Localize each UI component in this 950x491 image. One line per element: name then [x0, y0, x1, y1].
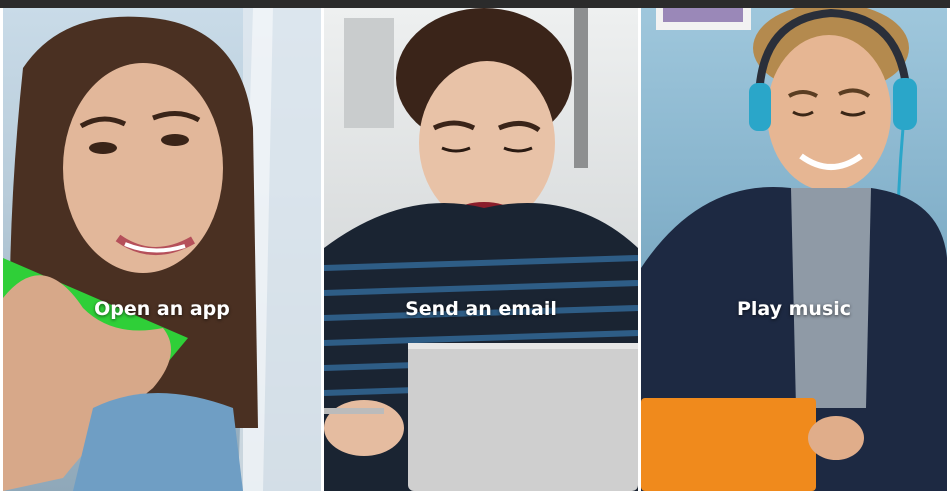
top-bar	[0, 0, 950, 8]
man-with-headphones-photo	[641, 8, 947, 491]
woman-holding-green-phone-photo	[3, 8, 321, 491]
tile-row: Open an app Send an email Play music	[3, 8, 947, 491]
tile-play-music[interactable]: Play music	[641, 8, 947, 491]
tile-label: Send an email	[405, 298, 557, 320]
woman-typing-on-laptop-photo	[324, 8, 638, 491]
tile-send-an-email[interactable]: Send an email	[324, 8, 638, 491]
tile-label: Play music	[736, 298, 852, 320]
tile-label: Open an app	[94, 298, 230, 320]
tile-open-an-app[interactable]: Open an app	[3, 8, 321, 491]
